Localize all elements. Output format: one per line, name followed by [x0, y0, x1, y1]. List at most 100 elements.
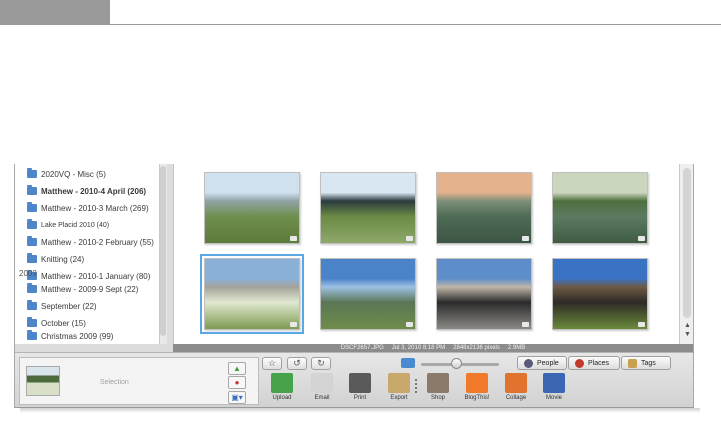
people-label: People [537, 359, 559, 367]
print-button[interactable]: Print [345, 373, 375, 401]
clear-selection-icon[interactable]: ● [228, 376, 246, 389]
collage-button[interactable]: Collage [501, 373, 531, 401]
folder-item[interactable]: September (22) [15, 298, 160, 314]
folder-label: October (15) [41, 318, 86, 328]
action-label: Collage [505, 395, 527, 401]
uploaded-badge-icon [406, 236, 413, 241]
print-icon [349, 373, 371, 393]
screenshot: 2020VQ - Misc (5) Matthew - 2010-4 April… [0, 0, 721, 424]
tags-button[interactable]: Tags [621, 356, 671, 370]
shop-icon [427, 373, 449, 393]
rotate-right-button[interactable]: ↻ [311, 357, 331, 370]
folder-scroll-thumb[interactable] [160, 166, 166, 336]
folder-label: Matthew - 2010-4 April (206) [41, 186, 147, 196]
folder-item[interactable]: 2020VQ - Misc (5) [15, 166, 160, 182]
photo-lodge-meadow[interactable] [200, 254, 304, 334]
folder-label: Knitting (24) [41, 254, 85, 264]
folder-label: Lake Placid 2010 (40) [41, 221, 110, 229]
blogthis-button[interactable]: BlogThis! [462, 373, 492, 401]
photo-lake-sunset[interactable] [436, 172, 532, 244]
photo-lodge-building[interactable] [552, 258, 648, 330]
toolbar-separator [415, 379, 417, 393]
export-folder-icon [388, 373, 410, 393]
export-button[interactable]: Export [384, 373, 414, 401]
action-label: Export [390, 395, 408, 401]
upload-button[interactable]: Upload [267, 373, 297, 401]
people-button[interactable]: People [517, 356, 567, 370]
zoom-slider-knob[interactable] [451, 358, 462, 369]
folder-item[interactable]: Matthew - 2010-3 March (269) [15, 200, 160, 216]
rotate-right-icon: ↻ [317, 358, 325, 368]
uploaded-badge-icon [638, 236, 645, 241]
folder-icon [27, 253, 37, 263]
movie-button[interactable]: Movie [539, 373, 569, 401]
info-size: 2.9MB [507, 345, 526, 351]
action-label: Upload [272, 395, 292, 401]
folder-icon [27, 317, 37, 327]
folder-icon [27, 168, 37, 178]
photo-tray: Selection ▲ ● ▣▾ ☆ ↺ ↻ People Places Tag… [15, 352, 693, 407]
folder-item[interactable]: Lake Placid 2010 (40) [15, 217, 160, 233]
uploaded-badge-icon [406, 322, 413, 327]
uploaded-badge-icon [522, 236, 529, 241]
photo-lake-trees[interactable] [552, 172, 648, 244]
window-shadow [20, 408, 700, 413]
blogger-icon [466, 373, 488, 393]
photo-adirondack-chairs[interactable] [436, 258, 532, 330]
album-dropdown-icon[interactable]: ▣▾ [228, 391, 246, 404]
action-label: BlogThis! [464, 395, 490, 401]
folder-item[interactable]: Matthew - 2009-9 Sept (22) [15, 281, 160, 297]
folder-icon [27, 283, 37, 293]
info-date: Jul 3, 2010 8:18 PM [391, 345, 446, 351]
header-rule [110, 24, 721, 25]
email-button[interactable]: Email [307, 373, 337, 401]
movie-icon [543, 373, 565, 393]
email-icon [311, 373, 333, 393]
folder-label: Matthew - 2009-9 Sept (22) [41, 284, 139, 294]
folder-item[interactable]: Knitting (24) [15, 251, 160, 267]
uploaded-badge-icon [290, 236, 297, 241]
folder-item[interactable]: Christmas 2009 (99) [15, 328, 160, 344]
grid-scrollbar[interactable]: ▲ ▼ [679, 164, 693, 344]
star-button[interactable]: ☆ [262, 357, 282, 370]
action-label: Email [314, 395, 330, 401]
photo-wildflower-field[interactable] [320, 172, 416, 244]
photo-info-bar: DSCF2657.JPG Jul 3, 2010 8:18 PM 2848x21… [173, 344, 693, 352]
grid-scroll-thumb[interactable] [683, 168, 691, 318]
shop-button[interactable]: Shop [423, 373, 453, 401]
folder-label: Christmas 2009 (99) [41, 331, 114, 341]
folder-label: September (22) [41, 301, 97, 311]
header-tab-block [0, 0, 110, 25]
info-filename: DSCF2657.JPG [340, 345, 384, 351]
selection-panel: Selection ▲ ● ▣▾ [19, 357, 259, 405]
folder-icon [27, 300, 37, 310]
photo-grid [173, 164, 679, 344]
selection-label: Selection [100, 379, 129, 386]
scroll-up-arrow-icon[interactable]: ▲ [684, 322, 691, 329]
info-dimensions: 2848x2136 pixels [453, 345, 500, 351]
folder-scrollbar[interactable] [159, 164, 167, 344]
uploaded-badge-icon [638, 322, 645, 327]
places-label: Places [588, 359, 610, 367]
scroll-down-arrow-icon[interactable]: ▼ [684, 331, 691, 338]
folder-item[interactable]: Matthew - 2010-4 April (206) [15, 183, 160, 199]
photo-mountain-trail[interactable] [204, 172, 300, 244]
folder-item[interactable]: Matthew - 2010-2 February (55) [15, 234, 160, 250]
action-label: Movie [545, 395, 562, 401]
uploaded-badge-icon [522, 322, 529, 327]
hold-green-pin-icon[interactable]: ▲ [228, 362, 246, 375]
rotate-left-button[interactable]: ↺ [287, 357, 307, 370]
map-pin-icon [575, 358, 584, 368]
folder-label: 2020VQ - Misc (5) [41, 169, 106, 179]
zoom-thumbnail-icon [401, 358, 415, 368]
photo-valley-hills[interactable] [320, 258, 416, 330]
star-icon: ☆ [267, 358, 277, 368]
places-button[interactable]: Places [568, 356, 620, 370]
action-label: Shop [430, 395, 445, 401]
selection-thumbnail[interactable] [26, 366, 60, 396]
folder-label: Matthew - 2010-3 March (269) [41, 203, 149, 213]
action-label: Print [353, 395, 367, 401]
collage-icon [505, 373, 527, 393]
folder-icon [27, 330, 37, 340]
year-header: 2009 [19, 269, 37, 278]
